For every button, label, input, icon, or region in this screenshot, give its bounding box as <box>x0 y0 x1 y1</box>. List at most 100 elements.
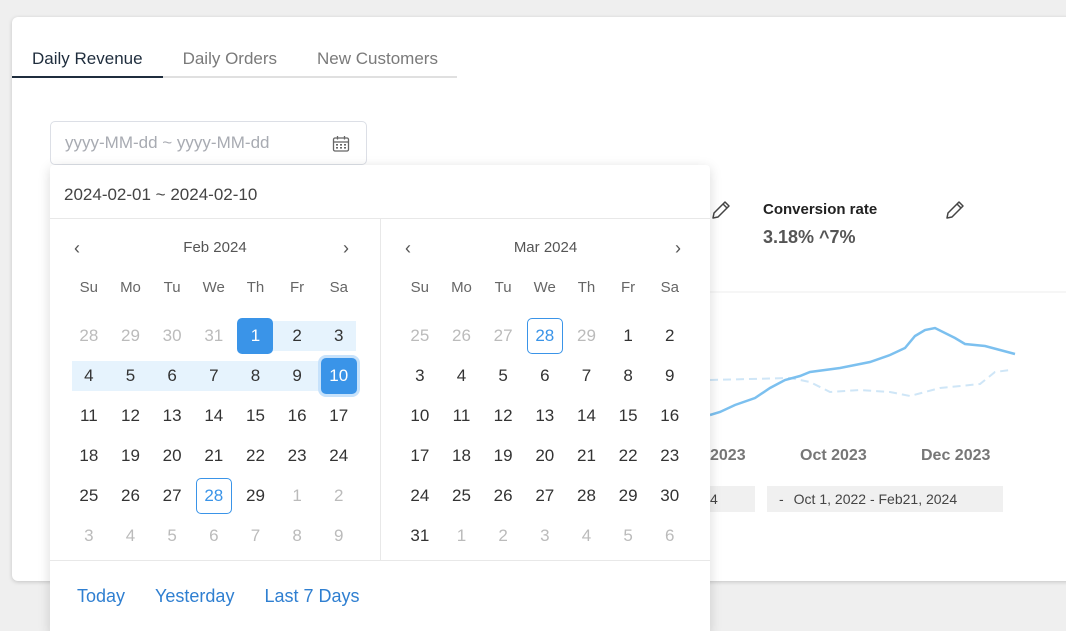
day-cell[interactable]: 2 <box>276 316 318 356</box>
pencil-icon[interactable] <box>943 198 967 222</box>
day-cell[interactable]: 27 <box>151 476 193 516</box>
calendar-icon[interactable] <box>332 135 350 153</box>
day-cell[interactable]: 20 <box>151 436 193 476</box>
day-cell[interactable]: 26 <box>482 476 524 516</box>
day-cell[interactable]: 13 <box>524 396 566 436</box>
day-cell[interactable]: 25 <box>68 476 110 516</box>
day-cell[interactable]: 9 <box>649 356 691 396</box>
day-cell[interactable]: 20 <box>524 436 566 476</box>
day-cell[interactable]: 19 <box>110 436 152 476</box>
day-cell[interactable]: 11 <box>68 396 110 436</box>
day-cell[interactable]: 17 <box>318 396 360 436</box>
day-cell[interactable]: 6 <box>193 516 235 556</box>
day-cell[interactable]: 26 <box>110 476 152 516</box>
day-cell[interactable]: 28 <box>566 476 608 516</box>
day-cell[interactable]: 28 <box>524 316 566 356</box>
day-cell[interactable]: 10 <box>317 356 360 396</box>
day-cell[interactable]: 3 <box>68 516 110 556</box>
day-cell[interactable]: 3 <box>524 516 566 556</box>
tab-daily-orders[interactable]: Daily Orders <box>163 40 297 78</box>
day-cell[interactable]: 7 <box>192 356 235 396</box>
day-cell[interactable]: 5 <box>607 516 649 556</box>
day-cell[interactable]: 5 <box>482 356 524 396</box>
day-cell[interactable]: 21 <box>566 436 608 476</box>
day-cell[interactable]: 3 <box>317 316 360 356</box>
day-cell[interactable]: 12 <box>482 396 524 436</box>
day-cell[interactable]: 4 <box>441 356 483 396</box>
day-cell[interactable]: 15 <box>607 396 649 436</box>
day-cell[interactable]: 11 <box>441 396 483 436</box>
day-cell[interactable]: 18 <box>441 436 483 476</box>
day-cell[interactable]: 4 <box>566 516 608 556</box>
date-range-input[interactable] <box>65 133 315 153</box>
day-cell[interactable]: 10 <box>399 396 441 436</box>
day-cell[interactable]: 23 <box>649 436 691 476</box>
day-cell[interactable]: 1 <box>276 476 318 516</box>
day-cell[interactable]: 27 <box>482 316 524 356</box>
day-cell[interactable]: 8 <box>607 356 649 396</box>
day-cell[interactable]: 26 <box>441 316 483 356</box>
day-cell[interactable]: 7 <box>235 516 277 556</box>
day-cell[interactable]: 28 <box>68 316 110 356</box>
day-cell[interactable]: 24 <box>318 436 360 476</box>
day-cell[interactable]: 28 <box>193 476 235 516</box>
day-cell[interactable]: 16 <box>276 396 318 436</box>
weekday-header: Su <box>79 279 98 296</box>
day-cell[interactable]: 19 <box>482 436 524 476</box>
day-cell[interactable]: 30 <box>649 476 691 516</box>
day-cell[interactable]: 18 <box>68 436 110 476</box>
shortcut-today[interactable]: Today <box>77 586 125 607</box>
day-cell[interactable]: 2 <box>482 516 524 556</box>
day-cell[interactable]: 12 <box>110 396 152 436</box>
tab-new-customers[interactable]: New Customers <box>297 40 458 78</box>
weekday-header: Th <box>246 279 265 296</box>
day-cell[interactable]: 29 <box>235 476 277 516</box>
day-cell[interactable]: 6 <box>649 516 691 556</box>
day-cell[interactable]: 2 <box>318 476 360 516</box>
day-cell[interactable]: 9 <box>276 356 318 396</box>
day-cell[interactable]: 3 <box>399 356 441 396</box>
day-cell[interactable]: 8 <box>276 516 318 556</box>
day-cell[interactable]: 13 <box>151 396 193 436</box>
day-cell[interactable]: 22 <box>607 436 649 476</box>
day-cell[interactable]: 16 <box>649 396 691 436</box>
day-cell[interactable]: 24 <box>399 476 441 516</box>
day-cell[interactable]: 25 <box>399 316 441 356</box>
day-cell[interactable]: 5 <box>109 356 152 396</box>
day-cell[interactable]: 29 <box>566 316 608 356</box>
day-number: 23 <box>660 446 680 465</box>
day-cell[interactable]: 29 <box>607 476 649 516</box>
day-cell[interactable]: 1 <box>441 516 483 556</box>
day-cell[interactable]: 1 <box>235 316 277 356</box>
day-cell[interactable]: 14 <box>566 396 608 436</box>
next-month-button[interactable]: › <box>343 239 349 257</box>
day-cell[interactable]: 7 <box>566 356 608 396</box>
day-cell[interactable]: 21 <box>193 436 235 476</box>
day-cell[interactable]: 23 <box>276 436 318 476</box>
day-cell[interactable]: 2 <box>649 316 691 356</box>
day-cell[interactable]: 8 <box>234 356 277 396</box>
shortcut-yesterday[interactable]: Yesterday <box>155 586 234 607</box>
next-month-button[interactable]: › <box>675 239 681 257</box>
day-cell[interactable]: 15 <box>235 396 277 436</box>
day-cell[interactable]: 14 <box>193 396 235 436</box>
day-cell[interactable]: 4 <box>68 356 110 396</box>
day-cell[interactable]: 5 <box>151 516 193 556</box>
day-cell[interactable]: 17 <box>399 436 441 476</box>
day-cell[interactable]: 29 <box>110 316 152 356</box>
day-cell[interactable]: 27 <box>524 476 566 516</box>
day-cell[interactable]: 31 <box>193 316 235 356</box>
day-cell[interactable]: 30 <box>151 316 193 356</box>
day-cell[interactable]: 9 <box>318 516 360 556</box>
day-cell[interactable]: 6 <box>524 356 566 396</box>
day-cell[interactable]: 22 <box>235 436 277 476</box>
day-cell[interactable]: 6 <box>151 356 193 396</box>
day-cell[interactable]: 25 <box>441 476 483 516</box>
tab-daily-revenue[interactable]: Daily Revenue <box>12 40 163 78</box>
day-cell[interactable]: 31 <box>399 516 441 556</box>
day-cell[interactable]: 4 <box>110 516 152 556</box>
pencil-icon[interactable] <box>709 198 733 222</box>
day-cell[interactable]: 1 <box>607 316 649 356</box>
shortcut-last-7-days[interactable]: Last 7 Days <box>264 586 359 607</box>
date-range-field[interactable] <box>50 121 367 165</box>
